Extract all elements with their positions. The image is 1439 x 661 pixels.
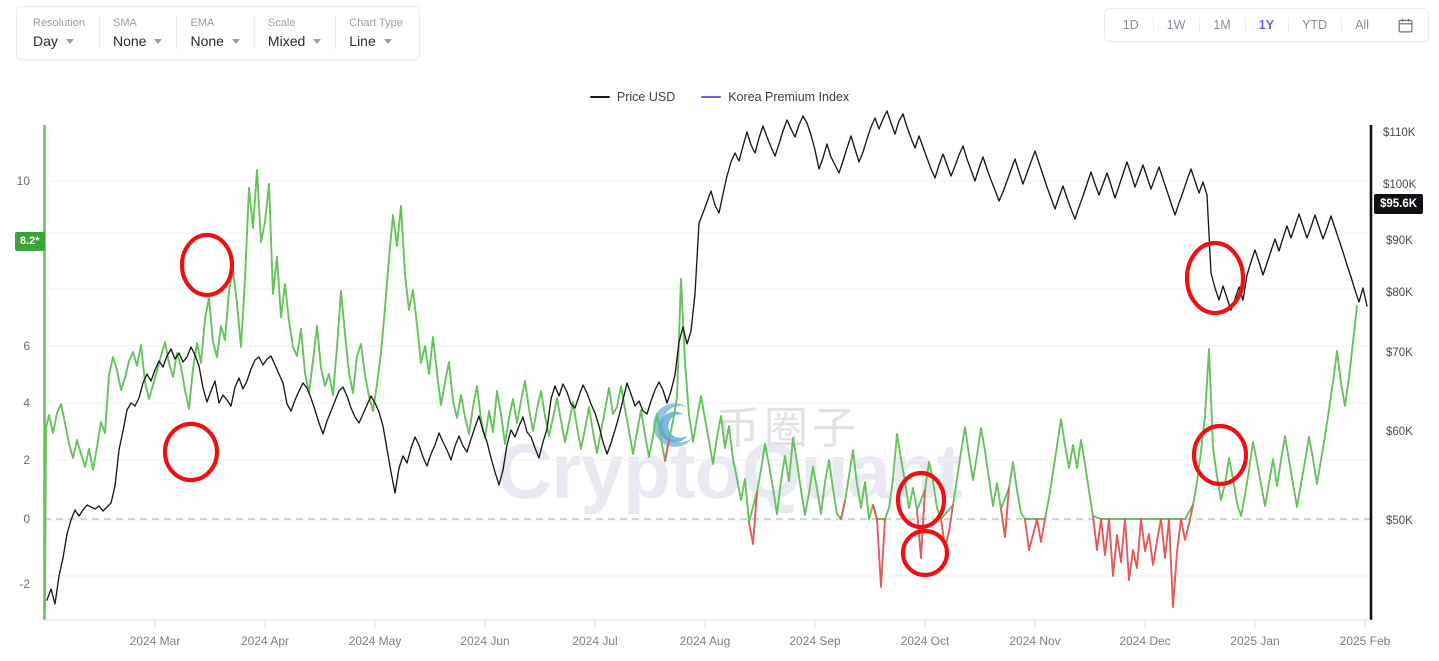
kpi-red-segment-17 [664,439,670,462]
y-right-tick-80k: $80K [1386,287,1413,299]
chevron-down-icon [154,38,163,44]
calendar-icon [1398,18,1413,32]
y-left-tick-neg2: -2 [19,577,30,591]
sma-selector[interactable]: SMA None [98,7,176,59]
kpi-red-segment-3 [872,504,886,588]
range-1d[interactable]: 1D [1109,9,1153,41]
chart-type-label: Chart Type [349,17,403,29]
kpi-green-segment [44,169,1358,608]
chevron-down-icon [231,38,240,44]
legend-swatch-price [589,96,610,98]
range-1y[interactable]: 1Y [1244,9,1288,41]
y-left-tick-6: 6 [23,339,30,353]
y-right-tick-90k: $90K [1386,235,1413,247]
resolution-value: Day [33,33,58,49]
ema-label: EMA [190,17,215,29]
scale-value: Mixed [267,33,306,49]
x-tick-2024-may: 2024 May [348,634,402,648]
kpi-red-segment-8 [1036,518,1046,543]
chart-page: Resolution Day SMA None EMA None Scale M… [0,0,1439,661]
x-tick-2024-aug: 2024 Aug [679,634,731,648]
kpi-red-segment-14 [1160,518,1170,559]
legend-label-kpi: Korea Premium Index [728,90,850,104]
series-korea-premium-index [44,169,1358,608]
chevron-down-icon [313,38,322,44]
kpi-red-segment-12 [1124,518,1142,581]
annotation-circles [162,232,1249,578]
annotation-kpi-spike-dec-2024 [1191,423,1249,487]
kpi-red-segment-2 [840,500,846,520]
y-right-tick-70k: $70K [1386,347,1413,359]
legend-swatch-kpi [701,96,722,98]
annotation-price-local-top-mar [162,421,220,483]
sma-label: SMA [112,17,137,29]
annotation-kpi-spike-oct-2024 [900,528,950,578]
x-tick-2024-apr: 2024 Apr [240,634,290,648]
scale-label: Scale [267,17,296,29]
chart-svg [43,110,1373,629]
x-tick-2024-oct: 2024 Oct [900,634,950,648]
x-tick-2024-sep: 2024 Sep [789,634,841,648]
y-left-tick-10: 10 [16,174,30,188]
price-current-value-badge: $95.6K [1374,194,1424,214]
chart-settings-toolbar: Resolution Day SMA None EMA None Scale M… [16,6,420,60]
sma-value: None [112,33,147,49]
kpi-red-segment-13 [1140,518,1162,566]
x-tick-2024-dec: 2024 Dec [1119,634,1171,648]
gridlines [44,180,1371,577]
kpi-current-value-badge: 8.2* [15,232,45,251]
kpi-red-segment-16 [1180,504,1194,541]
chart-plot-area[interactable]: CryptoQuant 币圈子 10 6 4 2 0 -2 8.2* $110K… [0,110,1439,661]
y-right-tick-50k: $50K [1386,515,1413,527]
kpi-red-segment-7 [1024,518,1038,551]
y-left-tick-0: 0 [23,512,30,526]
chevron-down-icon [65,38,74,44]
range-all[interactable]: All [1341,9,1383,41]
x-tick-2024-mar: 2024 Mar [129,634,181,648]
y-left-tick-4: 4 [23,396,30,410]
chevron-down-icon [383,38,392,44]
chart-type-selector[interactable]: Chart Type Line [335,7,417,59]
legend-label-price: Price USD [616,90,676,104]
x-tick-2025-feb: 2025 Feb [1339,634,1391,648]
kpi-red-segment-6 [1000,487,1010,538]
legend-item-korea-premium-index[interactable]: Korea Premium Index [701,90,849,104]
range-ytd[interactable]: YTD [1288,9,1341,41]
x-tick-2025-jan: 2025 Jan [1230,634,1280,648]
time-range-selector: 1D 1W 1M 1Y YTD All [1103,8,1429,42]
chart-type-value: Line [349,33,376,49]
y-right-tick-60k: $60K [1386,426,1413,438]
legend-item-price-usd[interactable]: Price USD [589,90,676,104]
resolution-label: Resolution [33,17,85,29]
kpi-red-segment-15 [1168,518,1182,608]
x-tick-2024-jun: 2024 Jun [460,634,510,648]
y-left-tick-2: 2 [23,453,30,467]
kpi-red-segment-10 [1100,518,1110,556]
range-1m[interactable]: 1M [1199,9,1244,41]
range-1w[interactable]: 1W [1152,9,1200,41]
y-right-tick-100k: $100K [1383,179,1417,191]
annotation-kpi-spike-mar-2024 [179,232,235,298]
ema-value: None [190,33,224,49]
scale-selector[interactable]: Scale Mixed [253,7,335,59]
y-right-tick-110k: $110K [1383,127,1416,139]
annotation-price-top-dec-2024 [1184,240,1246,316]
date-picker-button[interactable] [1383,17,1424,34]
x-tick-2024-jul: 2024 Jul [572,634,618,648]
ema-selector[interactable]: EMA None [176,7,253,59]
chart-legend: Price USD Korea Premium Index [0,90,1439,104]
x-tick-2024-nov: 2024 Nov [1009,634,1061,648]
kpi-red-segment-11 [1108,518,1126,577]
resolution-selector[interactable]: Resolution Day [19,7,99,59]
x-tick-marks [154,620,1366,629]
